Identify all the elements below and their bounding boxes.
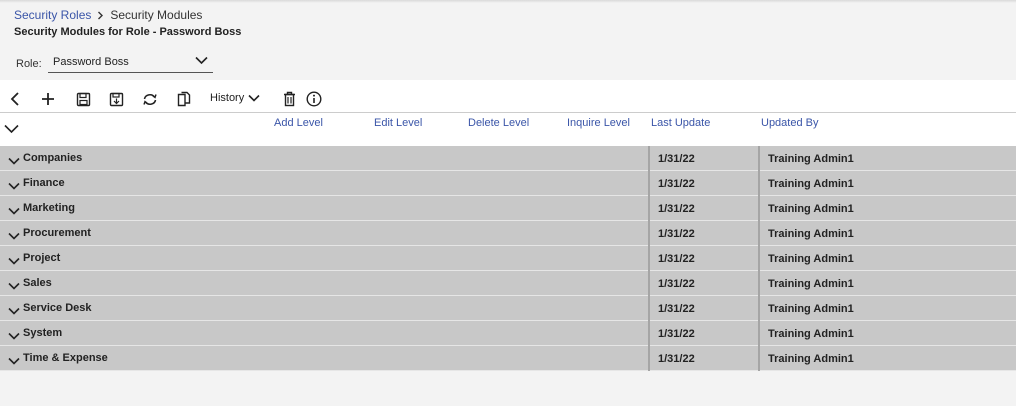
updated-by-cell: Training Admin1 — [768, 253, 854, 265]
plus-icon — [42, 93, 54, 105]
module-name: Project — [23, 252, 61, 264]
column-add-level[interactable]: Add Level — [274, 117, 323, 129]
updated-by-cell: Training Admin1 — [768, 328, 854, 340]
chevron-down-icon — [8, 207, 20, 215]
refresh-button[interactable] — [140, 89, 160, 109]
info-button[interactable] — [304, 89, 324, 109]
table-row[interactable]: Sales 1/31/22 Training Admin1 — [0, 271, 1016, 296]
expand-row-button[interactable] — [8, 227, 20, 245]
column-last-update[interactable]: Last Update — [651, 117, 710, 129]
copy-icon — [177, 91, 191, 107]
role-select-value: Password Boss — [53, 56, 129, 68]
expand-row-button[interactable] — [8, 302, 20, 320]
chevron-down-icon — [8, 307, 20, 315]
breadcrumb: Security Roles Security Modules — [14, 8, 202, 22]
save-icon — [76, 92, 90, 106]
last-update-cell: 1/31/22 — [658, 153, 695, 165]
table-row[interactable]: Project 1/31/22 Training Admin1 — [0, 246, 1016, 271]
expand-row-button[interactable] — [8, 352, 20, 370]
last-update-cell: 1/31/22 — [658, 228, 695, 240]
updated-by-cell: Training Admin1 — [768, 203, 854, 215]
module-name: Time & Expense — [23, 352, 108, 364]
chevron-down-icon — [8, 257, 20, 265]
top-shadow — [0, 0, 1016, 3]
updated-by-cell: Training Admin1 — [768, 228, 854, 240]
delete-button[interactable] — [279, 89, 299, 109]
module-name: System — [23, 327, 63, 339]
chevron-down-icon — [8, 182, 20, 190]
role-label: Role: — [16, 58, 42, 70]
column-updated-by[interactable]: Updated By — [761, 117, 818, 129]
table-row[interactable]: Time & Expense 1/31/22 Training Admin1 — [0, 346, 1016, 371]
chevron-down-icon — [8, 282, 20, 290]
add-button[interactable] — [38, 89, 58, 109]
expand-row-button[interactable] — [8, 152, 20, 170]
refresh-icon — [143, 93, 157, 105]
chevron-down-icon — [8, 232, 20, 240]
table-row[interactable]: Procurement 1/31/22 Training Admin1 — [0, 221, 1016, 246]
copy-button[interactable] — [174, 89, 194, 109]
module-name: Marketing — [23, 202, 75, 214]
last-update-cell: 1/31/22 — [658, 303, 695, 315]
chevron-right-icon — [97, 11, 104, 20]
column-edit-level[interactable]: Edit Level — [374, 117, 422, 129]
module-grid: Companies 1/31/22 Training Admin1 Financ… — [0, 146, 1016, 371]
save-button[interactable] — [73, 89, 93, 109]
back-icon — [10, 92, 19, 106]
updated-by-cell: Training Admin1 — [768, 153, 854, 165]
last-update-cell: 1/31/22 — [658, 278, 695, 290]
trash-icon — [283, 91, 295, 107]
table-row[interactable]: Finance 1/31/22 Training Admin1 — [0, 171, 1016, 196]
toolbar: History — [0, 80, 1016, 113]
last-update-cell: 1/31/22 — [658, 353, 695, 365]
chevron-down-icon — [8, 332, 20, 340]
expand-row-button[interactable] — [8, 277, 20, 295]
save-and-close-icon — [109, 92, 123, 106]
breadcrumb-current: Security Modules — [110, 8, 203, 22]
column-inquire-level[interactable]: Inquire Level — [567, 117, 630, 129]
breadcrumb-security-roles[interactable]: Security Roles — [14, 8, 91, 22]
module-name: Service Desk — [23, 302, 92, 314]
updated-by-cell: Training Admin1 — [768, 353, 854, 365]
module-name: Sales — [23, 277, 52, 289]
role-select[interactable]: Password Boss — [48, 52, 213, 73]
chevron-down-icon — [4, 124, 19, 134]
expand-row-button[interactable] — [8, 252, 20, 270]
history-menu[interactable]: History — [210, 92, 260, 104]
column-divider — [648, 146, 650, 371]
save-and-close-button[interactable] — [106, 89, 126, 109]
last-update-cell: 1/31/22 — [658, 203, 695, 215]
table-row[interactable]: Service Desk 1/31/22 Training Admin1 — [0, 296, 1016, 321]
table-row[interactable]: Companies 1/31/22 Training Admin1 — [0, 146, 1016, 171]
expand-row-button[interactable] — [8, 327, 20, 345]
history-label: History — [210, 92, 245, 104]
column-divider — [758, 146, 760, 371]
table-row[interactable]: System 1/31/22 Training Admin1 — [0, 321, 1016, 346]
last-update-cell: 1/31/22 — [658, 328, 695, 340]
page-title: Security Modules for Role - Password Bos… — [14, 26, 242, 38]
chevron-down-icon — [8, 357, 20, 365]
updated-by-cell: Training Admin1 — [768, 278, 854, 290]
table-row[interactable]: Marketing 1/31/22 Training Admin1 — [0, 196, 1016, 221]
grid-header: Add Level Edit Level Delete Level Inquir… — [0, 113, 1016, 146]
chevron-down-icon — [8, 157, 20, 165]
updated-by-cell: Training Admin1 — [768, 303, 854, 315]
expand-row-button[interactable] — [8, 202, 20, 220]
module-name: Companies — [23, 152, 83, 164]
module-name: Finance — [23, 177, 65, 189]
chevron-down-icon — [195, 56, 208, 68]
back-button[interactable] — [5, 89, 25, 109]
module-name: Procurement — [23, 227, 91, 239]
last-update-cell: 1/31/22 — [658, 253, 695, 265]
collapse-all-button[interactable] — [4, 121, 19, 139]
info-icon — [306, 91, 322, 107]
chevron-down-icon — [248, 94, 260, 102]
expand-row-button[interactable] — [8, 177, 20, 195]
last-update-cell: 1/31/22 — [658, 178, 695, 190]
updated-by-cell: Training Admin1 — [768, 178, 854, 190]
column-delete-level[interactable]: Delete Level — [468, 117, 529, 129]
